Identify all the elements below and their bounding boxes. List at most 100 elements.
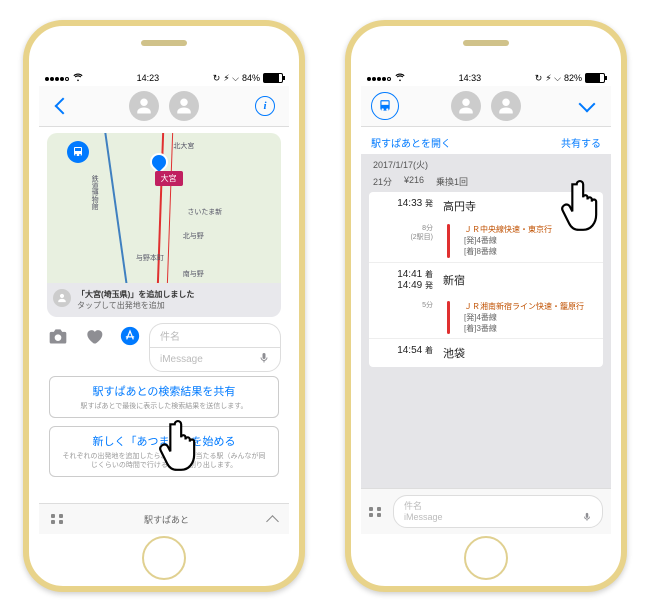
- screen-left: 14:23 ↻ ⚡︎ ⌵ 84% i: [39, 70, 289, 534]
- line-bar-icon: [447, 301, 450, 335]
- route-date: 2017/1/17(火): [361, 154, 611, 175]
- stop-row: 14:33 発 高円寺: [369, 192, 603, 220]
- avatar[interactable]: [451, 91, 481, 121]
- map-label: さいたま新: [187, 207, 222, 217]
- option-title: 新しく「あつまる」を始める: [60, 433, 268, 449]
- seg-duration-sub: (2駅目): [377, 233, 433, 242]
- signal-dots-icon: [367, 73, 392, 83]
- home-button[interactable]: [464, 536, 508, 580]
- seg-duration: 8分: [377, 224, 433, 233]
- home-button[interactable]: [142, 536, 186, 580]
- caption-title: 「大宮(埼玉県)」を追加しました: [77, 290, 194, 299]
- collapse-icon[interactable]: [268, 513, 277, 526]
- route-transfers: 乗換1回: [436, 175, 468, 188]
- route-panel: 2017/1/17(火) 21分 ¥216 乗換1回 14:33 発 高円寺 8…: [361, 154, 611, 488]
- option-title: 駅すぱあとの検索結果を共有: [60, 383, 268, 399]
- stop-suffix: 発: [425, 199, 433, 208]
- mic-icon[interactable]: [582, 512, 592, 524]
- back-button[interactable]: [49, 100, 77, 112]
- stop-time: 14:54: [397, 345, 422, 356]
- speaker: [141, 40, 187, 46]
- segment-row: 5分 ＪＲ湘南新宿ライン快速・籠原行 [発]4番線 [着]3番線: [369, 297, 603, 339]
- stop-name: 高円寺: [443, 198, 476, 214]
- battery-pct: 84%: [242, 73, 260, 83]
- app-drawer-bar: 駅すぱあと: [39, 503, 289, 534]
- stop-time: 14:41: [397, 269, 422, 280]
- orientation-lock-icon: ↻: [213, 73, 221, 84]
- seg-arr: [着]3番線: [464, 323, 584, 334]
- share-link[interactable]: 共有する: [561, 135, 601, 150]
- map-caption[interactable]: 「大宮(埼玉県)」を追加しました タップして出発地を追加: [47, 283, 281, 317]
- stop-time: 14:33: [397, 198, 422, 209]
- compose-pill[interactable]: 件名 iMessage: [393, 495, 603, 528]
- link-row: 駅すぱあとを開く 共有する: [361, 127, 611, 154]
- status-time: 14:33: [459, 73, 482, 83]
- seg-dep: [発]4番線: [464, 235, 552, 246]
- seg-line: ＪＲ中央線快速・東京行: [464, 224, 552, 235]
- start-gather-button[interactable]: 新しく「あつまる」を始める それぞれの出発地を追加したら、みんなに当たる駅（みん…: [49, 426, 279, 477]
- camera-icon[interactable]: [47, 325, 69, 347]
- phone-left: 14:23 ↻ ⚡︎ ⌵ 84% i: [23, 20, 305, 592]
- share-result-button[interactable]: 駅すぱあとの検索結果を共有 駅すぱあとで最後に表示した検索結果を送信します。: [49, 376, 279, 418]
- wifi-icon: [395, 72, 405, 84]
- subject-placeholder: 件名: [404, 499, 592, 512]
- message-placeholder: iMessage: [404, 512, 443, 524]
- message-placeholder: iMessage: [160, 354, 203, 365]
- signal-dots-icon: [45, 73, 70, 83]
- info-button[interactable]: i: [251, 96, 279, 116]
- apps-grid-icon[interactable]: [51, 514, 65, 524]
- avatar[interactable]: [129, 91, 159, 121]
- heart-icon[interactable]: [83, 325, 105, 347]
- segment-row: 8分 (2駅目) ＪＲ中央線快速・東京行 [発]4番線 [着]8番線: [369, 220, 603, 262]
- bluetooth-icon: ⚡︎ ⌵: [545, 73, 561, 84]
- navbar: i: [39, 86, 289, 127]
- screen-right: 14:33 ↻ ⚡︎ ⌵ 82% 駅すぱあとを開く 共有する: [361, 70, 611, 534]
- subject-input[interactable]: 件名: [149, 323, 281, 347]
- statusbar: 14:33 ↻ ⚡︎ ⌵ 82%: [361, 70, 611, 86]
- stop-suffix: 着: [425, 270, 433, 279]
- map-label: 北大宮: [173, 141, 194, 151]
- avatars[interactable]: [129, 91, 199, 121]
- train-icon: [67, 141, 89, 163]
- mic-icon[interactable]: [258, 352, 270, 367]
- apps-grid-icon[interactable]: [369, 507, 383, 517]
- stop-row: 14:41 着 14:49 発 新宿: [369, 262, 603, 297]
- seg-line: ＪＲ湘南新宿ライン快速・籠原行: [464, 301, 584, 312]
- stop-time: 14:49: [397, 280, 422, 291]
- navbar: [361, 86, 611, 127]
- station-badge: 大宮: [155, 171, 183, 186]
- route-fare: ¥216: [404, 175, 424, 188]
- map-label: 鉄道博物館: [89, 175, 99, 210]
- expand-button[interactable]: [573, 102, 601, 110]
- battery-pct: 82%: [564, 73, 582, 83]
- seg-dep: [発]4番線: [464, 312, 584, 323]
- stop-suffix: 発: [425, 281, 433, 290]
- appstore-icon[interactable]: [119, 325, 141, 347]
- orientation-lock-icon: ↻: [535, 73, 543, 84]
- speaker: [463, 40, 509, 46]
- map-label: 南与野: [183, 269, 204, 279]
- stop-suffix: 着: [425, 346, 433, 355]
- battery-icon: [263, 73, 283, 83]
- route-list: 14:33 発 高円寺 8分 (2駅目) ＪＲ中央線快速・東京行 [発]4番線 …: [369, 192, 603, 367]
- map-preview[interactable]: 大宮 北大宮 鉄道博物館 さいたま新 北与野 与野本町 南与野: [47, 133, 281, 283]
- avatar: [53, 289, 71, 307]
- map-label: 与野本町: [136, 253, 164, 263]
- statusbar: 14:23 ↻ ⚡︎ ⌵ 84%: [39, 70, 289, 86]
- avatar[interactable]: [491, 91, 521, 121]
- battery-icon: [585, 73, 605, 83]
- route-duration: 21分: [373, 175, 392, 188]
- map-label: 北与野: [183, 231, 204, 241]
- bluetooth-icon: ⚡︎ ⌵: [223, 73, 239, 84]
- message-input[interactable]: iMessage: [149, 347, 281, 372]
- bottom-compose: 件名 iMessage: [361, 488, 611, 534]
- open-app-link[interactable]: 駅すぱあとを開く: [371, 135, 451, 150]
- stop-row: 14:54 着 池袋: [369, 338, 603, 367]
- drawer-app-name: 駅すぱあと: [144, 513, 189, 526]
- status-time: 14:23: [137, 73, 160, 83]
- avatar[interactable]: [169, 91, 199, 121]
- stop-name: 新宿: [443, 272, 465, 288]
- avatars[interactable]: [451, 91, 521, 121]
- app-button[interactable]: [371, 92, 399, 120]
- option-sub: それぞれの出発地を追加したら、みんなに当たる駅（みんなが同じくらいの時間で行ける…: [60, 452, 268, 470]
